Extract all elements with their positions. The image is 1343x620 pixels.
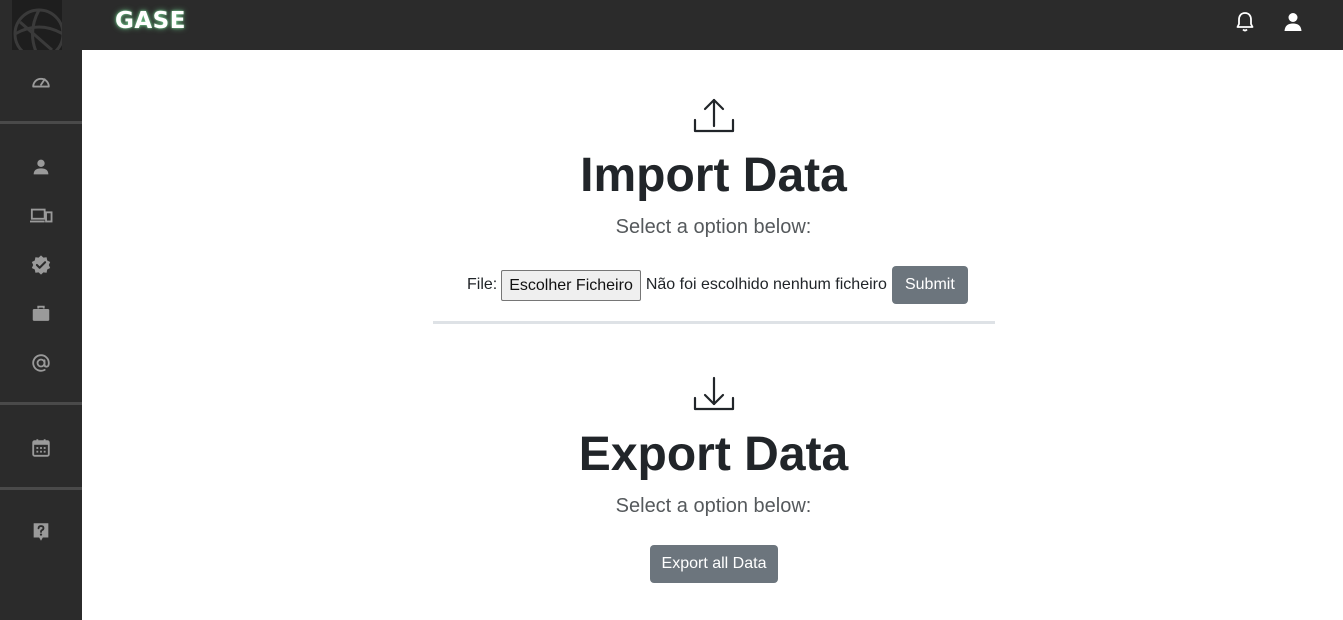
export-title: Export Data [578,428,849,481]
sidebar-item-mail[interactable] [0,343,82,383]
globe-logo-icon [13,8,62,50]
brand-title[interactable]: GASE [115,8,186,34]
export-subtitle: Select a option below: [615,495,812,517]
sidebar-item-calendar[interactable] [0,428,82,468]
import-title: Import Data [580,149,847,202]
main-content: Import Data Select a option below: File:… [82,50,1343,620]
download-icon [692,374,736,414]
logo[interactable] [12,0,62,50]
file-label: File: [467,276,498,293]
sidebar-item-devices[interactable] [0,196,82,236]
sidebar [0,50,82,620]
section-divider [433,321,995,324]
sidebar-item-verified[interactable] [0,245,82,285]
calendar-icon [32,439,50,457]
file-status-text: Não foi escolhido nenhum ficheiro [645,276,887,293]
briefcase-icon [32,305,50,321]
sidebar-divider [0,402,82,405]
sidebar-divider [0,487,82,490]
sidebar-item-people[interactable] [0,147,82,187]
sidebar-item-work[interactable] [0,294,82,334]
speedometer-icon [32,77,50,88]
import-subtitle: Select a option below: [615,216,812,238]
file-upload-row: File: Escolher Ficheiro Não foi escolhid… [467,266,968,304]
sidebar-item-help[interactable] [0,512,82,552]
export-all-button[interactable]: Export all Data [650,545,778,583]
user-icon[interactable] [1281,10,1305,34]
devices-icon [30,208,53,223]
help-icon [33,523,49,541]
top-navbar: GASE [0,0,1343,50]
bell-icon[interactable] [1233,10,1257,34]
person-icon [33,159,49,175]
at-sign-icon [32,354,50,372]
sidebar-item-dashboard[interactable] [0,62,82,102]
sidebar-divider [0,121,82,124]
submit-button[interactable]: Submit [891,266,968,304]
choose-file-button[interactable]: Escolher Ficheiro [501,269,641,301]
upload-icon [692,96,736,136]
verified-badge-icon [31,255,51,275]
